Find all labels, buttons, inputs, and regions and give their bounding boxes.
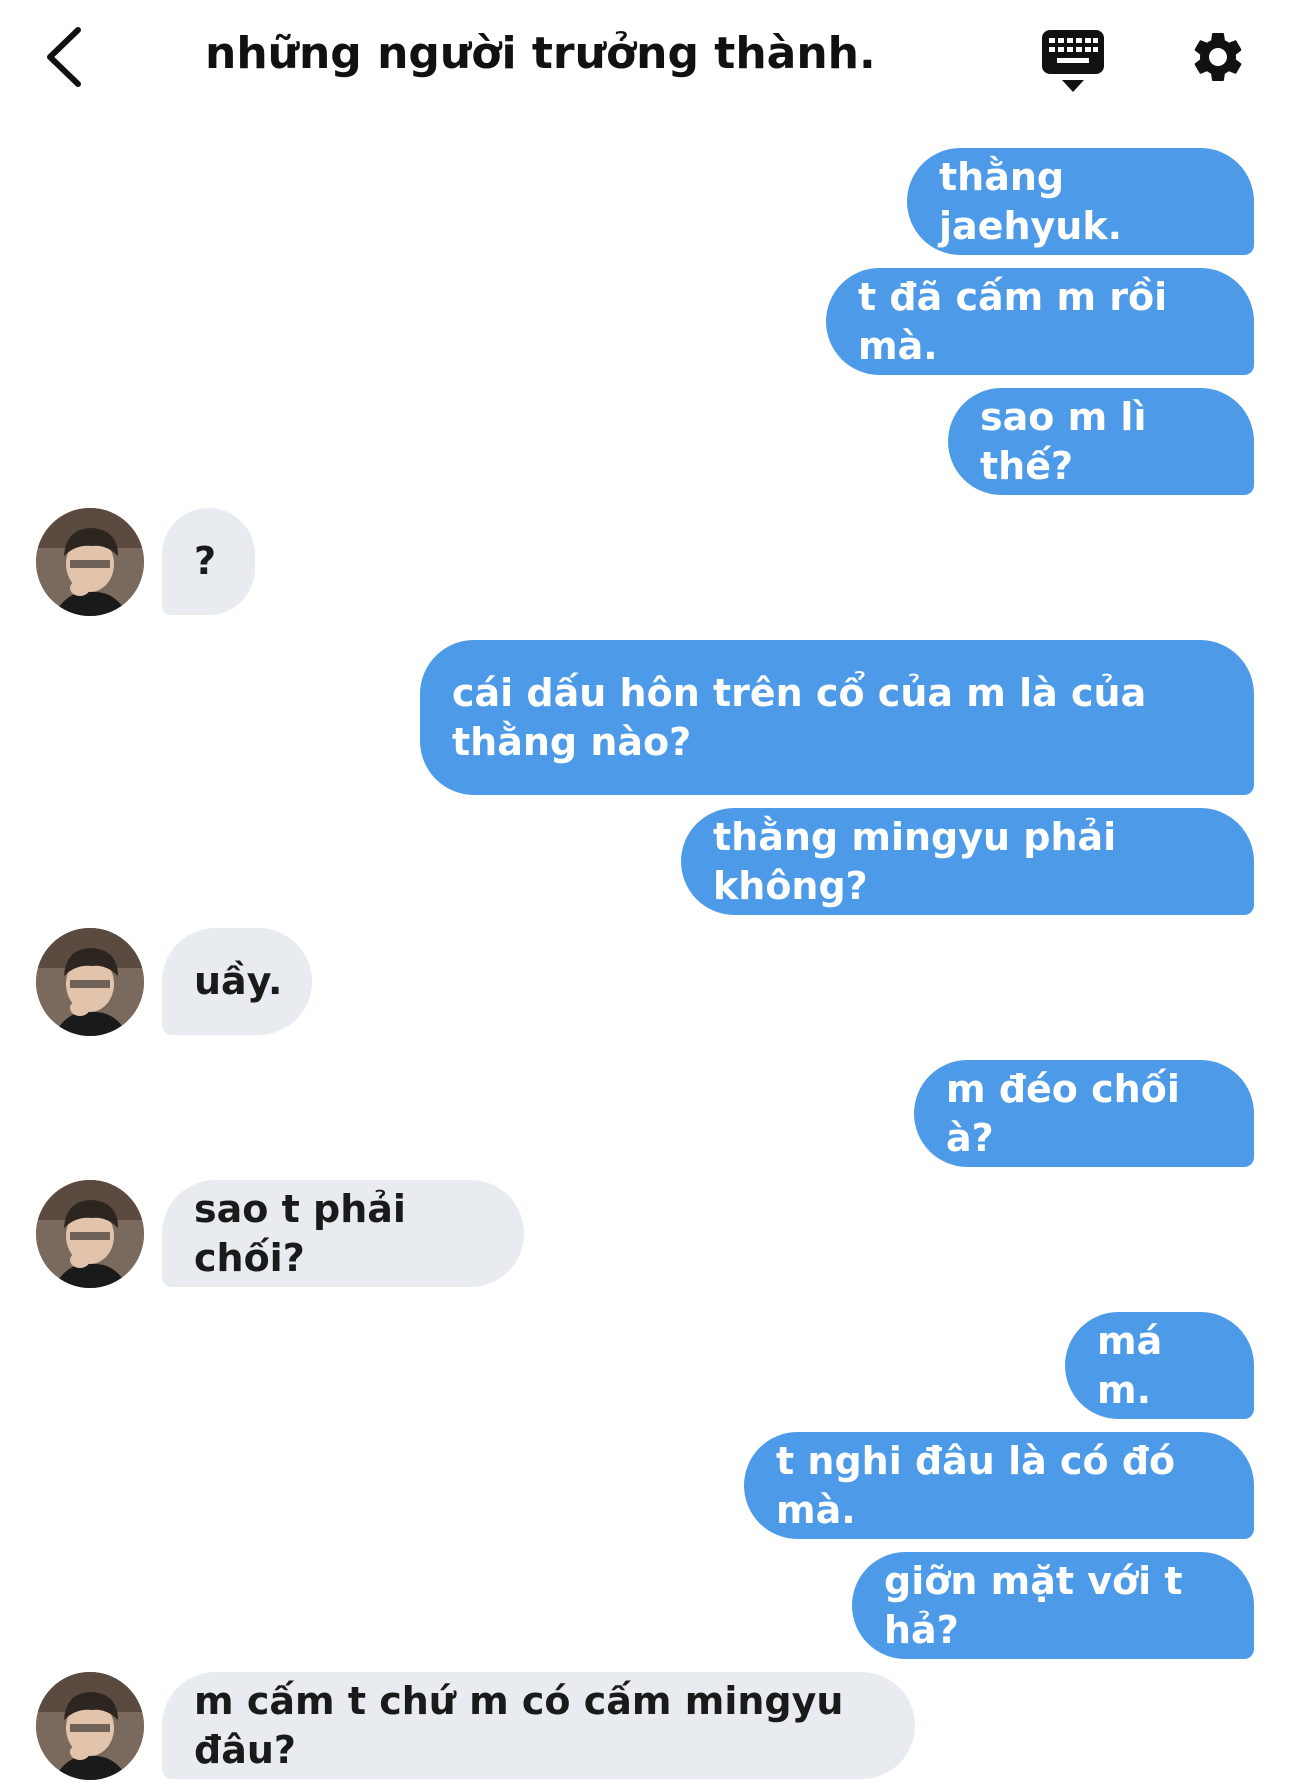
outgoing-message[interactable]: t nghi đâu là có đó mà. <box>744 1432 1254 1539</box>
avatar-photo <box>36 1180 144 1288</box>
incoming-message[interactable]: ? <box>162 508 255 615</box>
message-text: sao m lì thế? <box>980 394 1147 488</box>
outgoing-message[interactable]: thằng jaehyuk. <box>907 148 1254 255</box>
message-text: thằng mingyu phải không? <box>713 814 1117 908</box>
outgoing-message[interactable]: sao m lì thế? <box>948 388 1254 495</box>
message-text: t đã cấm m rồi mà. <box>858 274 1168 368</box>
message-text: t nghi đâu là có đó mà. <box>776 1438 1176 1532</box>
incoming-message[interactable]: m cấm t chứ m có cấm mingyu đâu? <box>162 1672 915 1779</box>
outgoing-message[interactable]: má m. <box>1065 1312 1254 1419</box>
avatar[interactable] <box>36 1672 144 1780</box>
message-text: giỡn mặt với t hả? <box>884 1558 1183 1652</box>
message-text: thằng jaehyuk. <box>939 154 1123 248</box>
avatar-photo <box>36 508 144 616</box>
outgoing-message[interactable]: thằng mingyu phải không? <box>681 808 1254 915</box>
outgoing-message[interactable]: cái dấu hôn trên cổ của m là của thằng n… <box>420 640 1254 795</box>
message-text: uầy. <box>194 959 283 1003</box>
incoming-message[interactable]: uầy. <box>162 928 312 1035</box>
avatar[interactable] <box>36 1180 144 1288</box>
message-text: ? <box>194 539 217 583</box>
message-text: m đéo chối à? <box>946 1066 1180 1160</box>
incoming-message[interactable]: sao t phải chối? <box>162 1180 524 1287</box>
avatar[interactable] <box>36 928 144 1036</box>
avatar-photo <box>36 1672 144 1780</box>
outgoing-message[interactable]: giỡn mặt với t hả? <box>852 1552 1254 1659</box>
message-text: m cấm t chứ m có cấm mingyu đâu? <box>194 1678 844 1772</box>
message-text: cái dấu hôn trên cổ của m là của thằng n… <box>452 670 1147 764</box>
message-list[interactable]: thằng jaehyuk. t đã cấm m rồi mà. sao m … <box>0 0 1290 1792</box>
message-text: má m. <box>1097 1318 1163 1412</box>
avatar-photo <box>36 928 144 1036</box>
message-text: sao t phải chối? <box>194 1186 406 1280</box>
outgoing-message[interactable]: m đéo chối à? <box>914 1060 1254 1167</box>
outgoing-message[interactable]: t đã cấm m rồi mà. <box>826 268 1254 375</box>
avatar[interactable] <box>36 508 144 616</box>
